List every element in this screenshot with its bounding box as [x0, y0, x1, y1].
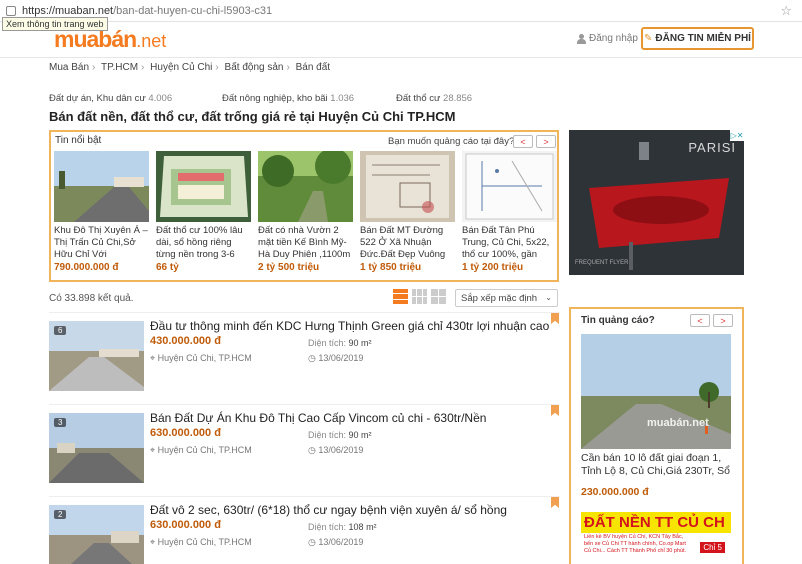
sponsored-photo[interactable]: muabán.net [581, 334, 731, 449]
featured-item[interactable]: Đất có nhà Vườn 2 mặt tiền Kế Bình Mỹ-Hà… [258, 151, 353, 273]
site-info-tooltip: Xem thông tin trang web [2, 17, 108, 31]
sponsored-prev-button[interactable]: < [690, 314, 710, 327]
featured-prev-button[interactable]: < [513, 135, 533, 148]
login-link[interactable]: Đăng nhập [577, 33, 638, 44]
listing-title[interactable]: Đầu tư thông minh đến KDC Hưng Thịnh Gre… [150, 319, 549, 333]
display-ad-banner[interactable]: PARISI ▷✕ FREQUENT FLYER [569, 130, 744, 275]
listing-photo [258, 151, 353, 222]
listing-photo: 6 [49, 321, 144, 391]
listing-date: ◷ 13/06/2019 [308, 353, 364, 363]
featured-title: Tin nổi bật [55, 135, 102, 146]
featured-item[interactable]: Đất thổ cư 100% lâu dài, sổ hồng riêng t… [156, 151, 251, 273]
breadcrumb-item[interactable]: Bán đất [296, 62, 330, 73]
listing-photo [462, 151, 557, 222]
location-pin-icon: ⌖ [150, 445, 156, 455]
ad-choices-icon[interactable]: ▷✕ [730, 130, 744, 141]
sponsored-title[interactable]: Tin quảng cáo? [581, 315, 655, 326]
listing-area: Diện tích: 90 m² [308, 338, 372, 348]
user-icon [577, 33, 586, 44]
listing-row[interactable]: 3 Bán Đất Dự Án Khu Đô Thị Cao Cấp Vinco… [49, 404, 559, 484]
listing-price: 630.000.000 đ [150, 519, 221, 531]
sponsored-ad-box: Tin quảng cáo? < > muabán.net Cần bán 10… [569, 307, 744, 564]
gallery-view-icon[interactable] [431, 289, 446, 304]
featured-item[interactable]: Bán Đất Tân Phú Trung, Củ Chi, 5x22, thổ… [462, 151, 557, 273]
list-view-icon[interactable] [393, 289, 408, 304]
listing-date: ◷ 13/06/2019 [308, 445, 364, 455]
clock-icon: ◷ [308, 353, 316, 363]
listing-photo: 2 [49, 505, 144, 564]
pencil-icon: ✎ [644, 33, 653, 44]
chevron-down-icon: ⌄ [545, 293, 552, 302]
listing-date: ◷ 13/06/2019 [308, 537, 364, 547]
listing-area: Diện tích: 90 m² [308, 430, 372, 440]
category-link[interactable]: Đất thổ cư 28.856 [396, 93, 472, 104]
breadcrumb-item[interactable]: Huyện Củ Chi [150, 62, 212, 73]
listing-area: Diện tích: 108 m² [308, 522, 377, 532]
featured-next-button[interactable]: > [536, 135, 556, 148]
sort-select[interactable]: Sắp xếp mặc định ⌄ [455, 289, 558, 307]
clock-icon: ◷ [308, 537, 316, 547]
location-pin-icon: ⌖ [150, 353, 156, 363]
page-title: Bán đất nền, đất thổ cư, đất trống giá r… [49, 109, 456, 124]
bookmark-star-icon[interactable]: ☆ [780, 3, 792, 19]
post-free-ad-button[interactable]: ✎ ĐĂNG TIN MIỄN PHÍ [641, 27, 754, 50]
sponsored-poster[interactable]: ĐẤT NỀN TT CỦ CH Liền kề BV huyện Củ Chi… [581, 512, 731, 564]
photo-count-badge: 6 [54, 326, 67, 335]
listing-location: ⌖ Huyện Củ Chi, TP.HCM [150, 537, 252, 547]
save-bookmark-icon[interactable] [551, 405, 559, 416]
image-watermark: muabán.net [647, 417, 709, 429]
ad-tagline: FREQUENT FLYER [575, 260, 629, 266]
featured-item[interactable]: Bán Đất MT Đường 522 Ở Xã Nhuận Đức.Đất … [360, 151, 455, 273]
sponsored-text[interactable]: Cần bán 10 lô đất giai đoạn 1, Tỉnh Lộ 8… [581, 452, 736, 478]
listing-location: ⌖ Huyện Củ Chi, TP.HCM [150, 445, 252, 455]
featured-listings: Tin nổi bật Bạn muốn quảng cáo tại đây? … [49, 130, 559, 282]
save-bookmark-icon[interactable] [551, 313, 559, 324]
listing-price: 430.000.000 đ [150, 335, 221, 347]
listing-location: ⌖ Huyện Củ Chi, TP.HCM [150, 353, 252, 363]
site-header: muabán.net Đăng nhập ✎ ĐĂNG TIN MIỄN PHÍ [0, 22, 802, 58]
advertise-here-link[interactable]: Bạn muốn quảng cáo tại đây? [388, 136, 514, 147]
grid-view-icon[interactable] [412, 289, 427, 304]
result-count: Có 33.898 kết quả. [49, 293, 134, 304]
listing-row[interactable]: 6 Đầu tư thông minh đến KDC Hưng Thịnh G… [49, 312, 559, 392]
listing-price: 630.000.000 đ [150, 427, 221, 439]
lock-icon[interactable] [6, 5, 16, 16]
listing-photo [54, 151, 149, 222]
listing-row[interactable]: 2 Đất vô 2 sec, 630tr/ (6*18) thổ cư nga… [49, 496, 559, 564]
listing-photo [360, 151, 455, 222]
photo-count-badge: 2 [54, 510, 67, 519]
save-bookmark-icon[interactable] [551, 497, 559, 508]
listing-title[interactable]: Bán Đất Dự Án Khu Đô Thị Cao Cấp Vincom … [150, 411, 486, 425]
ad-brand: PARISI [688, 140, 736, 155]
listing-photo [156, 151, 251, 222]
sponsored-price: 230.000.000 đ [581, 486, 649, 498]
breadcrumb-item[interactable]: Bất động sản [225, 62, 284, 73]
clock-icon: ◷ [308, 445, 316, 455]
view-toggle [393, 289, 446, 304]
location-pin-icon: ⌖ [150, 537, 156, 547]
listing-photo: 3 [49, 413, 144, 483]
featured-item[interactable]: Khu Đô Thị Xuyên Á – Thị Trấn Củ Chi,Sở … [54, 151, 149, 273]
category-link[interactable]: Đất nông nghiệp, kho bãi 1.036 [222, 93, 354, 104]
url-text[interactable]: https://muaban.net/ban-dat-huyen-cu-chi-… [22, 5, 272, 17]
sponsored-next-button[interactable]: > [713, 314, 733, 327]
photo-count-badge: 3 [54, 418, 67, 427]
browser-address-bar[interactable]: https://muaban.net/ban-dat-huyen-cu-chi-… [0, 0, 802, 22]
breadcrumb-item[interactable]: TP.HCM [101, 62, 138, 73]
category-link[interactable]: Đất dự án, Khu dân cư 4.006 [49, 93, 172, 104]
breadcrumb-item[interactable]: Mua Bán [49, 62, 89, 73]
breadcrumb: Mua Bán › TP.HCM › Huyện Củ Chi › Bất động … [49, 62, 331, 73]
listing-title[interactable]: Đất vô 2 sec, 630tr/ (6*18) thổ cư ngay … [150, 503, 507, 517]
